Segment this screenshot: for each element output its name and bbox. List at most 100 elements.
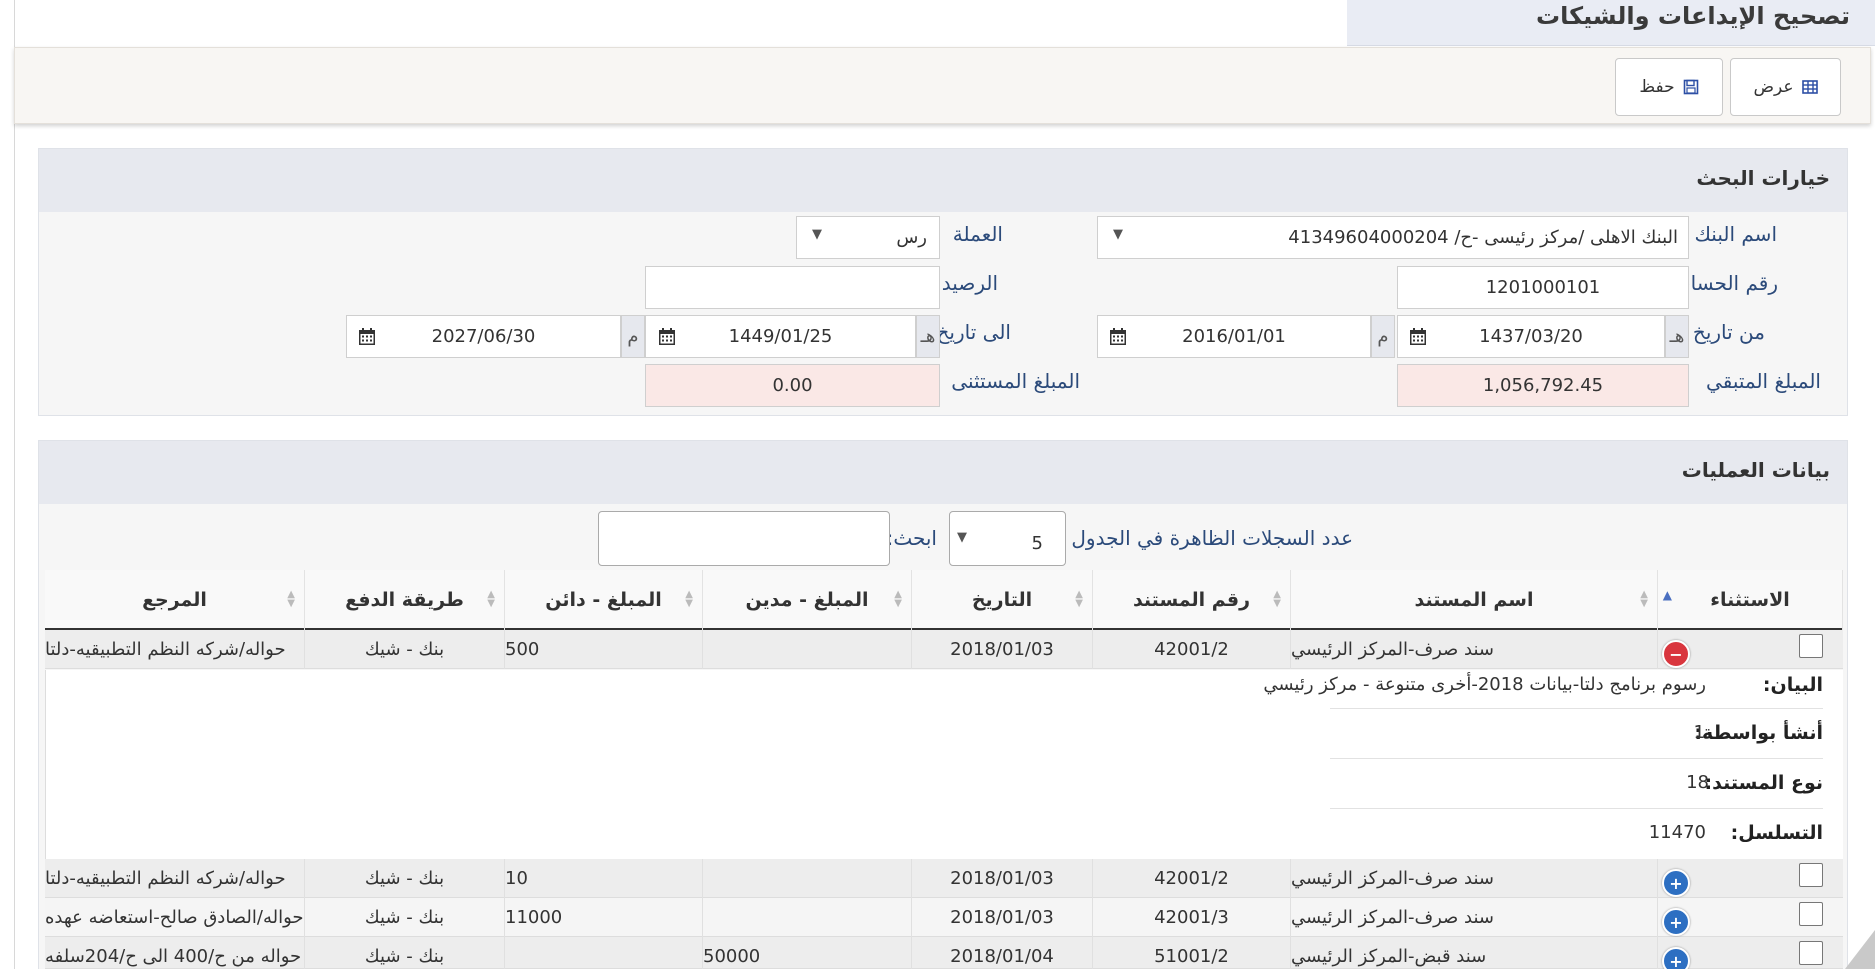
th-debit[interactable]: المبلغ - مدين ▲ ▼ [703, 570, 912, 630]
excluded-amount-label: المبلغ المستثنى [951, 369, 1080, 393]
bank-select-value: البنك الاهلى /مركز رئيسى -ح/ 41349604000… [1288, 227, 1678, 248]
collapse-icon[interactable]: − [1662, 640, 1690, 668]
view-button[interactable]: عرض [1730, 58, 1841, 116]
cell-doc-name: سند صرف-المركز الرئيسي [1291, 859, 1658, 898]
remaining-amount-field: 1,056,792.45 [1397, 364, 1689, 407]
sort-icon: ▲ ▼ [685, 589, 693, 609]
from-greg-date-value: 2016/01/01 [1182, 326, 1286, 347]
cell-doc-no: 51001/2 [1093, 937, 1291, 969]
operations-title: بيانات العمليات [1681, 458, 1830, 482]
calendar-icon[interactable] [357, 327, 377, 347]
from-greg-unit: م [1371, 315, 1395, 358]
sort-icon: ▲ ▼ [487, 589, 495, 609]
calendar-icon[interactable] [1108, 327, 1128, 347]
detail-sequence-label: التسلسل: [1730, 822, 1823, 844]
sort-icon: ▲ ▼ [894, 589, 902, 609]
th-credit[interactable]: المبلغ - دائن ▲ ▼ [505, 570, 703, 630]
to-hijri-date-value: 1449/01/25 [728, 326, 833, 347]
detail-statement-value: رسوم برنامج دلتا-بيانات 2018-أخرى متنوعة… [1263, 674, 1706, 695]
cell-pay-method: بنك - شيك [305, 898, 505, 937]
page-title-tab: تصحيح الإيداعات والشيكات [1347, 0, 1875, 46]
cell-date: 2018/01/03 [912, 630, 1093, 669]
account-field[interactable]: 1201000101 [1397, 266, 1689, 309]
to-greg-date-value: 2027/06/30 [431, 326, 536, 347]
cell-debit [703, 630, 912, 669]
detail-divider [1330, 758, 1823, 759]
row-detail-panel: البيان: رسوم برنامج دلتا-بيانات 2018-أخر… [45, 670, 1843, 860]
cell-pay-method: بنك - شيك [305, 630, 505, 669]
from-greg-date-field[interactable]: 2016/01/01 [1097, 315, 1371, 358]
search-options-header: خيارات البحث [39, 149, 1847, 212]
account-value: 1201000101 [1485, 277, 1601, 298]
sort-asc-icon: ▲ [1662, 588, 1672, 602]
table-row[interactable]: + سند صرف-المركز الرئيسي 42001/2 2018/01… [45, 859, 1843, 898]
th-date[interactable]: التاريخ ▲ ▼ [912, 570, 1093, 630]
sort-icon: ▲ ▼ [287, 589, 295, 609]
cell-date: 2018/01/04 [912, 937, 1093, 969]
expand-icon[interactable]: + [1662, 947, 1690, 969]
table-header: الاستثناء ▲ اسم المستند ▲ ▼ رقم المستند ▲… [45, 570, 1843, 630]
from-hijri-unit: هـ [1665, 315, 1689, 358]
cell-doc-name: سند صرف-المركز الرئيسي [1291, 898, 1658, 937]
expand-icon[interactable]: + [1662, 908, 1690, 936]
balance-label: الرصيد [941, 271, 998, 295]
exclude-checkbox[interactable] [1799, 863, 1823, 887]
calendar-icon[interactable] [1408, 327, 1428, 347]
th-doc-name[interactable]: اسم المستند ▲ ▼ [1291, 570, 1658, 630]
cell-credit: 11000 [505, 898, 703, 937]
cell-reference: حواله/الصادق صالح-استعاضه عهده [45, 898, 305, 937]
to-greg-unit: م [621, 315, 645, 358]
exclude-checkbox[interactable] [1799, 634, 1823, 658]
th-pay-method[interactable]: طريقة الدفع ▲ ▼ [305, 570, 505, 630]
page-size-value: 5 [1031, 533, 1043, 554]
cell-date: 2018/01/03 [912, 859, 1093, 898]
excluded-amount-value: 0.00 [772, 375, 813, 396]
table-icon [1801, 80, 1818, 94]
cell-credit: 10 [505, 859, 703, 898]
detail-doc-type-value: 18 [1686, 772, 1709, 793]
search-label: ابحث: [886, 526, 937, 550]
table-row[interactable]: + سند صرف-المركز الرئيسي 42001/3 2018/01… [45, 898, 1843, 937]
th-reference[interactable]: المرجع ▲ ▼ [45, 570, 305, 630]
save-button-label: حفظ [1639, 77, 1675, 97]
cell-doc-name: سند صرف-المركز الرئيسي [1291, 630, 1658, 669]
table-search-input[interactable] [598, 511, 890, 566]
dropdown-arrow-icon: ▼ [812, 227, 822, 242]
to-date-label: الى تاريخ [936, 320, 1011, 344]
cell-doc-no: 42001/2 [1093, 630, 1291, 669]
cell-pay-method: بنك - شيك [305, 937, 505, 969]
to-greg-date-field[interactable]: 2027/06/30 [346, 315, 621, 358]
exclude-checkbox[interactable] [1799, 902, 1823, 926]
table-row[interactable]: + سند قبض-المركز الرئيسي 51001/2 2018/01… [45, 937, 1843, 969]
th-exclude[interactable]: الاستثناء ▲ [1658, 570, 1843, 630]
balance-field[interactable] [645, 266, 940, 309]
cell-doc-no: 42001/3 [1093, 898, 1291, 937]
from-hijri-date-value: 1437/03/20 [1479, 326, 1583, 347]
page-size-label: عدد السجلات الظاهرة في الجدول [1071, 526, 1353, 550]
cell-doc-no: 42001/2 [1093, 859, 1291, 898]
page-title: تصحيح الإيداعات والشيكات [1536, 2, 1850, 30]
bank-select[interactable]: البنك الاهلى /مركز رئيسى -ح/ 41349604000… [1097, 216, 1689, 259]
from-hijri-date-field[interactable]: 1437/03/20 [1397, 315, 1665, 358]
save-button[interactable]: حفظ [1615, 58, 1723, 116]
detail-statement-label: البيان: [1762, 674, 1823, 696]
view-button-label: عرض [1753, 77, 1794, 97]
cell-reference: حواله/شركه النظم التطبيقيه-دلتا [45, 859, 305, 898]
calendar-icon[interactable] [657, 327, 677, 347]
cell-date: 2018/01/03 [912, 898, 1093, 937]
expand-icon[interactable]: + [1662, 869, 1690, 897]
bank-label: اسم البنك [1694, 222, 1777, 246]
to-hijri-date-field[interactable]: 1449/01/25 [645, 315, 916, 358]
dropdown-arrow-icon: ▼ [1113, 227, 1123, 242]
scroll-top-corner-icon[interactable] [1845, 930, 1875, 969]
detail-divider [1330, 808, 1823, 809]
th-doc-no[interactable]: رقم المستند ▲ ▼ [1093, 570, 1291, 630]
remaining-amount-value: 1,056,792.45 [1482, 375, 1604, 396]
excluded-amount-field: 0.00 [645, 364, 940, 407]
remaining-amount-label: المبلغ المتبقي [1706, 369, 1821, 393]
save-icon [1683, 79, 1698, 95]
table-row[interactable]: − سند صرف-المركز الرئيسي 42001/2 2018/01… [45, 630, 1843, 669]
exclude-checkbox[interactable] [1799, 941, 1823, 965]
cell-pay-method: بنك - شيك [305, 859, 505, 898]
search-options-title: خيارات البحث [1696, 166, 1830, 190]
